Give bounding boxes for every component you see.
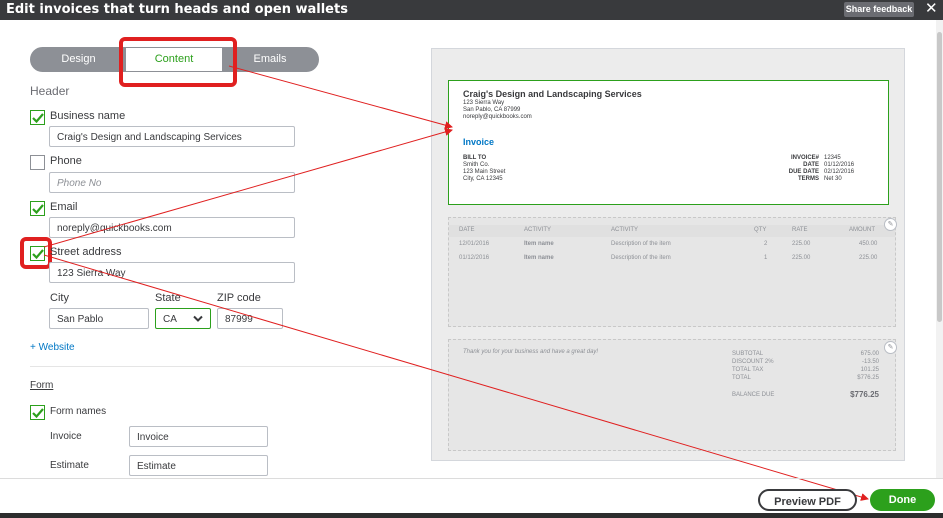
preview-cell: 225.00 [859, 255, 878, 261]
preview-balance-value: $776.25 [850, 390, 879, 399]
preview-col-header: RATE [792, 227, 808, 233]
estimate-name-input[interactable]: Estimate [129, 455, 268, 476]
preview-pdf-button[interactable]: Preview PDF [758, 489, 857, 511]
zip-input[interactable]: 87999 [217, 308, 283, 329]
state-value: CA [163, 314, 177, 325]
preview-total-key: TOTAL [732, 375, 751, 381]
preview-total-value: 101.25 [860, 367, 879, 373]
section-divider [30, 366, 422, 367]
preview-total-key: TOTAL TAX [732, 367, 764, 373]
preview-meta-value: 12345 [824, 155, 841, 161]
checkmark-icon [32, 204, 44, 215]
preview-cell: 225.00 [792, 241, 811, 247]
preview-line-items[interactable]: DATE ACTIVITY ACTIVITY QTY RATE AMOUNT 1… [448, 217, 896, 327]
scrollbar-thumb[interactable] [937, 32, 942, 322]
email-input[interactable]: noreply@quickbooks.com [49, 217, 295, 238]
preview-total-value: -13.50 [861, 359, 879, 365]
preview-cell: 01/12/2016 [459, 255, 490, 261]
preview-bill-to-line: 123 Main Street [463, 169, 506, 175]
preview-cell: 2 [764, 241, 768, 247]
preview-thanks-message: Thank you for your business and have a g… [463, 349, 599, 355]
city-input[interactable]: San Pablo [49, 308, 149, 329]
preview-header-card[interactable]: Craig's Design and Landscaping Services … [448, 80, 889, 205]
preview-col-header: AMOUNT [849, 227, 875, 233]
preview-totals[interactable]: Thank you for your business and have a g… [448, 339, 896, 451]
preview-meta-value: 02/12/2016 [824, 169, 855, 175]
zip-label: ZIP code [217, 292, 261, 304]
edit-pencil-icon[interactable]: ✎ [884, 341, 897, 354]
close-icon[interactable]: ✕ [925, 0, 938, 18]
preview-cell: 450.00 [859, 241, 878, 247]
preview-total-key: SUBTOTAL [732, 351, 764, 357]
window-title: Edit invoices that turn heads and open w… [6, 2, 348, 17]
preview-meta-key: DUE DATE [788, 169, 819, 175]
preview-cell: Description of the item [611, 241, 671, 247]
preview-meta-key: TERMS [798, 176, 819, 182]
preview-cell: Description of the item [611, 255, 671, 261]
done-button[interactable]: Done [870, 489, 935, 511]
phone-input[interactable]: Phone No [49, 172, 295, 193]
preview-meta-key: INVOICE# [790, 155, 819, 161]
state-select[interactable]: CA [155, 308, 211, 329]
preview-cell: 225.00 [792, 255, 811, 261]
form-names-checkbox[interactable] [30, 405, 45, 420]
preview-col-header: ACTIVITY [524, 227, 552, 233]
preview-total-value: $776.25 [857, 375, 879, 381]
business-name-label: Business name [50, 110, 126, 122]
arrow-content-to-preview [228, 65, 453, 130]
street-address-label: Street address [50, 246, 122, 258]
tab-design[interactable]: Design [31, 48, 126, 71]
invoice-name-input[interactable]: Invoice [129, 426, 268, 447]
preview-col-header: DATE [459, 227, 475, 233]
invoice-name-label: Invoice [50, 431, 82, 442]
form-section-title: Form [30, 380, 54, 391]
preview-email: noreply@quickbooks.com [463, 114, 532, 120]
preview-cell: 12/01/2016 [459, 241, 490, 247]
header-section-title: Header [30, 84, 70, 98]
state-label: State [155, 292, 181, 304]
add-website-link[interactable]: + Website [30, 342, 75, 353]
city-label: City [50, 292, 69, 304]
estimate-name-label: Estimate [50, 460, 89, 471]
checkmark-icon [32, 113, 44, 124]
invoice-preview: Craig's Design and Landscaping Services … [431, 48, 905, 461]
preview-total-value: 675.00 [860, 351, 879, 357]
share-feedback-button[interactable]: Share feedback [844, 2, 914, 17]
preview-meta-value: 01/12/2016 [824, 162, 855, 168]
preview-address-line2: San Pablo, CA 87999 [463, 107, 521, 113]
email-checkbox[interactable] [30, 201, 45, 216]
form-names-label: Form names [50, 406, 107, 417]
business-name-checkbox[interactable] [30, 110, 45, 125]
edit-pencil-icon[interactable]: ✎ [884, 218, 897, 231]
preview-company-name: Craig's Design and Landscaping Services [463, 89, 642, 99]
chevron-down-icon [193, 315, 203, 322]
phone-checkbox[interactable] [30, 155, 45, 170]
preview-table-header [449, 225, 895, 237]
preview-meta-key: DATE [803, 162, 819, 168]
preview-col-header: ACTIVITY [611, 227, 639, 233]
preview-col-header: QTY [754, 227, 767, 233]
email-label: Email [50, 201, 78, 213]
preview-total-key: DISCOUNT 2% [732, 359, 774, 365]
preview-cell: Item name [524, 255, 554, 261]
preview-balance-label: BALANCE DUE [732, 392, 775, 398]
preview-meta-value: Net 30 [824, 176, 842, 182]
taskbar-strip [0, 513, 943, 518]
preview-bill-to-line: Smith Co. [463, 162, 490, 168]
preview-cell: 1 [764, 255, 768, 261]
scrollbar[interactable] [936, 20, 943, 478]
content-tab-highlight [119, 37, 237, 87]
preview-bill-to-line: City, CA 12345 [463, 176, 503, 182]
checkmark-icon [32, 408, 44, 419]
phone-label: Phone [50, 155, 82, 167]
business-name-input[interactable]: Craig's Design and Landscaping Services [49, 126, 295, 147]
preview-address-line1: 123 Sierra Way [463, 100, 505, 106]
preview-bill-to-label: BILL TO [463, 155, 487, 161]
title-bar: Edit invoices that turn heads and open w… [0, 0, 943, 20]
street-address-input[interactable]: 123 Sierra Way [49, 262, 295, 283]
preview-doc-title: Invoice [463, 137, 495, 147]
footer-divider [0, 478, 943, 479]
street-checkbox-highlight [20, 237, 52, 269]
preview-cell: Item name [524, 241, 554, 247]
